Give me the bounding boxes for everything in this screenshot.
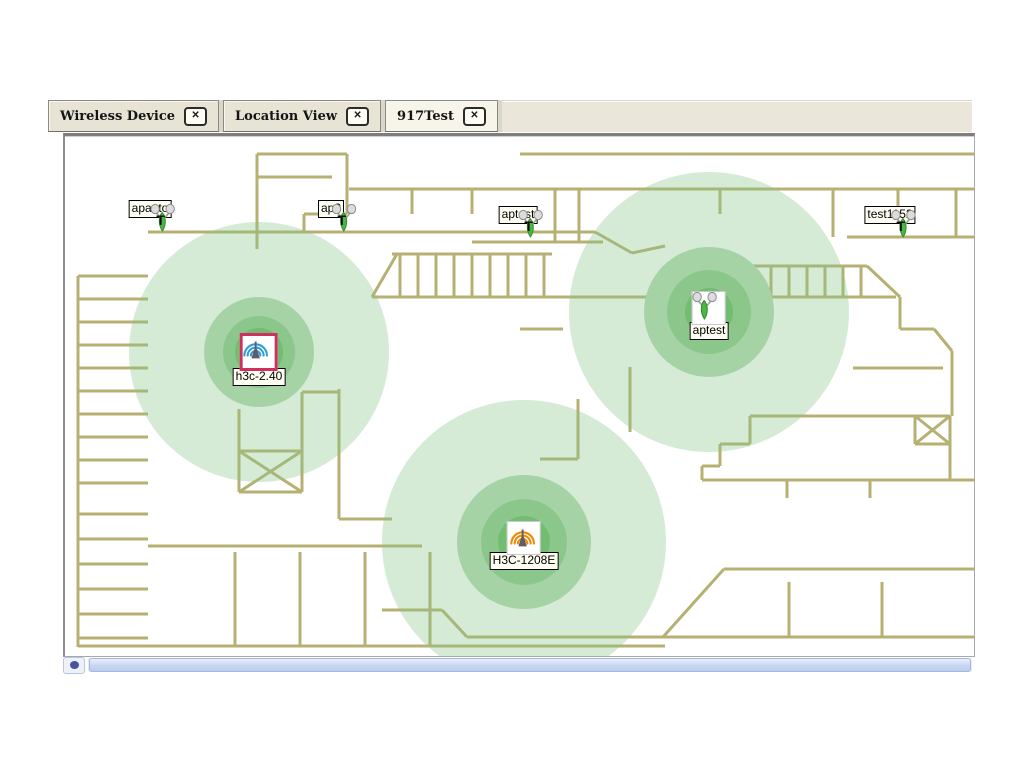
pan-icon	[69, 661, 79, 669]
ap-marker-ap2[interactable]: T ap2	[317, 200, 357, 232]
close-icon[interactable]: ✕	[346, 106, 370, 126]
ap-marker-h3c-240[interactable]: h3c-2.40	[232, 333, 286, 386]
ap-marker-apauto[interactable]: T apauto	[128, 200, 176, 232]
tab-bar-filler	[501, 101, 972, 132]
ap-icon-box	[506, 521, 541, 555]
horizontal-scrollbar	[63, 656, 972, 674]
close-icon[interactable]: ✕	[184, 106, 208, 126]
wifi-orange-icon	[510, 529, 536, 547]
wifi-blue-icon	[243, 341, 269, 359]
location-map-canvas[interactable]: T apauto T ap2 T aptest T test1152 h3c-2…	[63, 133, 975, 657]
scrollbar-thumb[interactable]	[89, 658, 971, 672]
selection-box	[239, 333, 278, 371]
ap-badge: T	[156, 212, 165, 228]
tab-label: 917Test	[397, 108, 454, 124]
ap-marker-aptest-circle[interactable]: aptest	[689, 291, 729, 340]
ap-marker-test1152[interactable]: T test1152	[864, 206, 916, 238]
tab-label: Location View	[235, 108, 338, 124]
ap-icon-box	[691, 291, 726, 325]
close-icon[interactable]: ✕	[462, 106, 486, 126]
antenna-icon	[692, 291, 718, 320]
tab-bar: Wireless Device ✕ Location View ✕ 917Tes…	[48, 100, 972, 132]
scroll-pan-button[interactable]	[63, 656, 85, 674]
tab-917test[interactable]: 917Test ✕	[385, 100, 498, 132]
tab-location-view[interactable]: Location View ✕	[223, 100, 382, 132]
ap-badge: T	[896, 218, 905, 234]
tab-wireless-device[interactable]: Wireless Device ✕	[48, 100, 220, 132]
ap-badge: T	[524, 218, 533, 234]
ap-marker-h3c-1208e[interactable]: H3C-1208E	[489, 521, 559, 570]
ap-badge: T	[337, 212, 346, 228]
tab-label: Wireless Device	[60, 108, 176, 124]
scrollbar-track[interactable]	[88, 658, 972, 672]
ap-marker-aptest-top[interactable]: T aptest	[498, 206, 544, 238]
